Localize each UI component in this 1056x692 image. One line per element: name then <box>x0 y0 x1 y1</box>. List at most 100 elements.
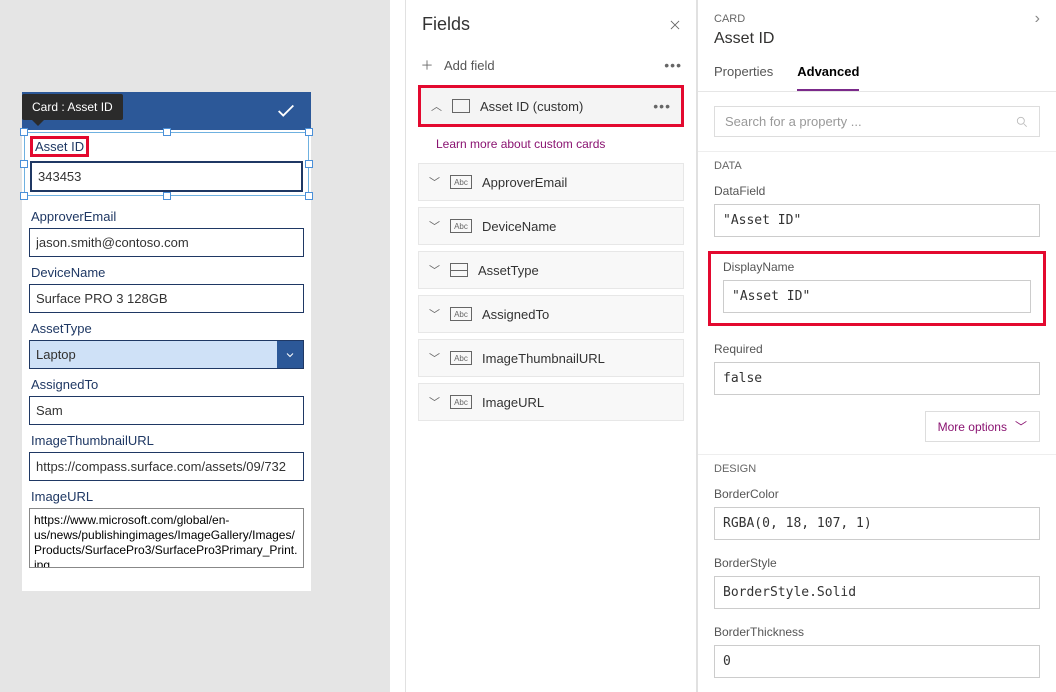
field-item-assigned-to[interactable]: ﹀ Abc AssignedTo <box>418 295 684 333</box>
properties-panel: CARD › Asset ID Properties Advanced Sear… <box>697 0 1056 692</box>
prop-label: BorderThickness <box>714 625 1040 639</box>
text-type-icon: Abc <box>450 219 472 233</box>
resize-handle[interactable] <box>305 160 313 168</box>
field-label: AssetType <box>31 321 304 336</box>
chevron-down-icon: ﹀ <box>429 218 440 234</box>
field-item-label: DeviceName <box>482 219 556 234</box>
more-options-label: More options <box>938 420 1007 434</box>
field-label: ApproverEmail <box>31 209 304 224</box>
card-type-icon <box>452 99 470 113</box>
field-item-image-url[interactable]: ﹀ Abc ImageURL <box>418 383 684 421</box>
prop-input-displayname[interactable] <box>723 280 1031 313</box>
section-design: DESIGN <box>698 454 1056 481</box>
prop-borderstyle: BorderStyle <box>698 550 1056 619</box>
search-placeholder: Search for a property ... <box>725 114 862 129</box>
prop-label: BorderStyle <box>714 556 1040 570</box>
prop-label: BorderColor <box>714 487 1040 501</box>
text-type-icon: Abc <box>450 395 472 409</box>
prop-bordercolor: BorderColor <box>698 481 1056 550</box>
text-type-icon: Abc <box>450 175 472 189</box>
resize-handle[interactable] <box>20 160 28 168</box>
field-item-label: ImageThumbnailURL <box>482 351 605 366</box>
section-data: DATA <box>698 151 1056 178</box>
add-field-button[interactable]: Add field <box>420 58 495 73</box>
search-icon <box>1015 115 1029 129</box>
breadcrumb: CARD <box>714 13 745 25</box>
fields-panel-title: Fields <box>422 14 470 35</box>
prop-datafield: DataField <box>698 178 1056 247</box>
card-image-url[interactable]: ImageURL <box>27 489 306 573</box>
card-approver-email[interactable]: ApproverEmail <box>27 209 306 257</box>
prop-input-bordercolor[interactable] <box>714 507 1040 540</box>
tab-advanced[interactable]: Advanced <box>797 58 859 91</box>
field-item-asset-id[interactable]: ︿ Asset ID (custom) ••• <box>418 85 684 127</box>
field-input-assigned-to[interactable] <box>29 396 304 425</box>
resize-handle[interactable] <box>163 128 171 136</box>
prop-input-borderstyle[interactable] <box>714 576 1040 609</box>
resize-handle[interactable] <box>305 128 313 136</box>
field-input-device-name[interactable] <box>29 284 304 313</box>
text-type-icon: Abc <box>450 307 472 321</box>
prop-displayname-highlight: DisplayName <box>708 251 1046 326</box>
choice-type-icon <box>450 263 468 277</box>
field-input-image-thumb[interactable] <box>29 452 304 481</box>
learn-more-link[interactable]: Learn more about custom cards <box>418 133 684 163</box>
field-item-label: Asset ID (custom) <box>480 99 583 114</box>
chevron-down-icon: ﹀ <box>429 174 440 190</box>
chevron-down-icon: ﹀ <box>1015 418 1027 435</box>
prop-label: DisplayName <box>723 260 1031 274</box>
field-item-approver-email[interactable]: ﹀ Abc ApproverEmail <box>418 163 684 201</box>
field-input-asset-id[interactable] <box>30 161 303 192</box>
resize-handle[interactable] <box>20 128 28 136</box>
field-select-asset-type[interactable]: Laptop <box>29 340 304 369</box>
field-label: ImageURL <box>31 489 304 504</box>
chevron-down-icon: ﹀ <box>429 350 440 366</box>
field-item-device-name[interactable]: ﹀ Abc DeviceName <box>418 207 684 245</box>
field-item-label: AssetType <box>478 263 539 278</box>
chevron-down-icon: ﹀ <box>429 306 440 322</box>
more-icon[interactable]: ••• <box>653 98 671 114</box>
resize-handle[interactable] <box>305 192 313 200</box>
prop-input-required[interactable] <box>714 362 1040 395</box>
field-label: ImageThumbnailURL <box>31 433 304 448</box>
field-item-asset-type[interactable]: ﹀ AssetType <box>418 251 684 289</box>
card-assigned-to[interactable]: AssignedTo <box>27 377 306 425</box>
chevron-down-icon: ﹀ <box>429 262 440 278</box>
prop-borderthickness: BorderThickness <box>698 619 1056 688</box>
field-label: DeviceName <box>31 265 304 280</box>
card-asset-type[interactable]: AssetType Laptop <box>27 321 306 369</box>
resize-handle[interactable] <box>20 192 28 200</box>
checkmark-icon[interactable] <box>275 100 297 122</box>
prop-label: DataField <box>714 184 1040 198</box>
field-input-image-url[interactable] <box>29 508 304 568</box>
fields-list: ︿ Asset ID (custom) ••• Learn more about… <box>406 85 696 421</box>
more-icon[interactable]: ••• <box>664 57 682 73</box>
add-field-label: Add field <box>444 58 495 73</box>
field-item-label: ApproverEmail <box>482 175 567 190</box>
prop-input-datafield[interactable] <box>714 204 1040 237</box>
card-image-thumb[interactable]: ImageThumbnailURL <box>27 433 306 481</box>
prop-input-borderthickness[interactable] <box>714 645 1040 678</box>
design-canvas: Card : Asset ID Asset ID ApproverEmail D… <box>0 0 390 692</box>
more-options-button[interactable]: More options ﹀ <box>925 411 1040 442</box>
tab-properties[interactable]: Properties <box>714 58 773 91</box>
field-label: AssignedTo <box>31 377 304 392</box>
field-item-label: AssignedTo <box>482 307 549 322</box>
chevron-down-icon[interactable] <box>277 341 303 368</box>
page-title: Asset ID <box>698 30 1056 58</box>
card-asset-id[interactable]: Asset ID <box>24 132 309 196</box>
field-label-asset-id: Asset ID <box>30 136 89 157</box>
field-item-image-thumb[interactable]: ﹀ Abc ImageThumbnailURL <box>418 339 684 377</box>
tabs: Properties Advanced <box>698 58 1056 92</box>
chevron-right-icon[interactable]: › <box>1035 10 1040 28</box>
close-icon[interactable] <box>668 18 682 32</box>
selection-tooltip: Card : Asset ID <box>22 94 123 120</box>
field-input-approver-email[interactable] <box>29 228 304 257</box>
search-input[interactable]: Search for a property ... <box>714 106 1040 137</box>
card-device-name[interactable]: DeviceName <box>27 265 306 313</box>
prop-required: Required <box>698 336 1056 405</box>
field-item-label: ImageURL <box>482 395 544 410</box>
select-value: Laptop <box>30 341 277 368</box>
resize-handle[interactable] <box>163 192 171 200</box>
chevron-down-icon: ﹀ <box>429 394 440 410</box>
